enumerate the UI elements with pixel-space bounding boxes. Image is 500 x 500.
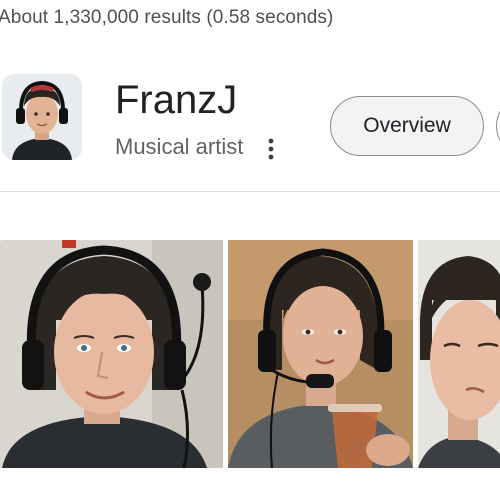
- image-tile-3[interactable]: [418, 240, 500, 468]
- image-tile-2[interactable]: [228, 240, 413, 468]
- tab-next-partial[interactable]: [496, 96, 500, 156]
- tab-overview[interactable]: Overview: [330, 96, 484, 156]
- entity-subtitle: Musical artist: [115, 134, 244, 159]
- result-stats: About 1,330,000 results (0.58 seconds): [0, 7, 334, 28]
- image-tile-1[interactable]: [0, 240, 223, 468]
- search-results-page: About 1,330,000 results (0.58 seconds) F…: [0, 0, 500, 500]
- image-carousel: [0, 240, 500, 468]
- photo-person-headset: [0, 240, 223, 468]
- avatar[interactable]: [2, 74, 82, 160]
- photo-person-squinting: [418, 240, 500, 468]
- photo-person-headset-cup: [228, 240, 413, 468]
- knowledge-panel-header: FranzJ Musical artist Overview: [0, 72, 500, 172]
- more-vert-icon[interactable]: [262, 136, 280, 162]
- divider: [0, 191, 500, 192]
- avatar-photo: [2, 74, 82, 160]
- tab-overview-label: Overview: [363, 114, 451, 137]
- entity-title: FranzJ: [115, 78, 238, 122]
